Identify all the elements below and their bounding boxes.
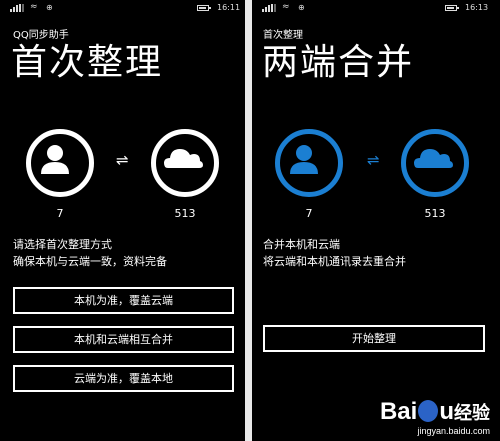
local-count: 7: [305, 207, 313, 220]
page-title: 首次整理: [11, 42, 164, 83]
screen-left: ≈ ⊕ 16:11 QQ同步助手 首次整理 ⇌ 7 513 请选择首次整理方式 …: [0, 0, 245, 441]
cloud-icon: [164, 149, 203, 168]
local-count: 7: [56, 207, 64, 220]
cloud-icon: [414, 149, 453, 168]
baidu-logo: Bai u经验: [379, 398, 490, 425]
status-bar: ≈ ⊕ 16:13: [252, 0, 500, 16]
paw-icon: [418, 400, 439, 422]
divider: [245, 0, 252, 441]
battery-icon: [445, 5, 459, 11]
sync-arrows-icon: ⇌: [367, 151, 380, 169]
baidu-jingyan-watermark: Bai u经验 jingyan.baidu.com: [380, 399, 490, 437]
app-title: QQ同步助手: [13, 30, 69, 41]
signal-icon: [10, 4, 24, 12]
local-contacts-avatar[interactable]: [275, 129, 343, 197]
description-line-1: 合并本机和云端: [263, 238, 340, 251]
contact-icon: [290, 145, 318, 174]
cloud-contacts-avatar[interactable]: [401, 129, 469, 197]
app-title: 首次整理: [263, 30, 303, 41]
bluetooth-icon: ⊕: [46, 3, 53, 12]
screen-right: ≈ ⊕ 16:13 首次整理 两端合并 ⇌ 7 513 合并本机和云端 将云端和…: [252, 0, 500, 441]
local-contacts-avatar[interactable]: [26, 129, 94, 197]
merge-both-button[interactable]: 本机和云端相互合并: [13, 326, 234, 353]
contact-icon: [41, 145, 69, 174]
cloud-contacts-avatar[interactable]: [151, 129, 219, 197]
bluetooth-icon: ⊕: [298, 3, 305, 12]
clock: 16:11: [217, 3, 241, 12]
start-organize-button[interactable]: 开始整理: [263, 325, 485, 352]
status-bar: ≈ ⊕ 16:11: [0, 0, 245, 16]
page-title: 两端合并: [262, 42, 415, 83]
battery-icon: [197, 5, 211, 11]
description-line-2: 确保本机与云端一致，资料完备: [13, 255, 167, 268]
description-line-2: 将云端和本机通讯录去重合并: [263, 255, 406, 268]
wifi-icon: ≈: [282, 2, 290, 12]
local-overwrite-cloud-button[interactable]: 本机为准，覆盖云端: [13, 287, 234, 314]
sync-arrows-icon: ⇌: [116, 151, 129, 169]
wifi-icon: ≈: [30, 2, 38, 12]
signal-icon: [262, 4, 276, 12]
cloud-count: 513: [174, 207, 196, 220]
clock: 16:13: [465, 3, 489, 12]
cloud-count: 513: [424, 207, 446, 220]
cloud-overwrite-local-button[interactable]: 云端为准，覆盖本地: [13, 365, 234, 392]
description-line-1: 请选择首次整理方式: [13, 238, 112, 251]
watermark-url: jingyan.baidu.com: [417, 426, 490, 436]
